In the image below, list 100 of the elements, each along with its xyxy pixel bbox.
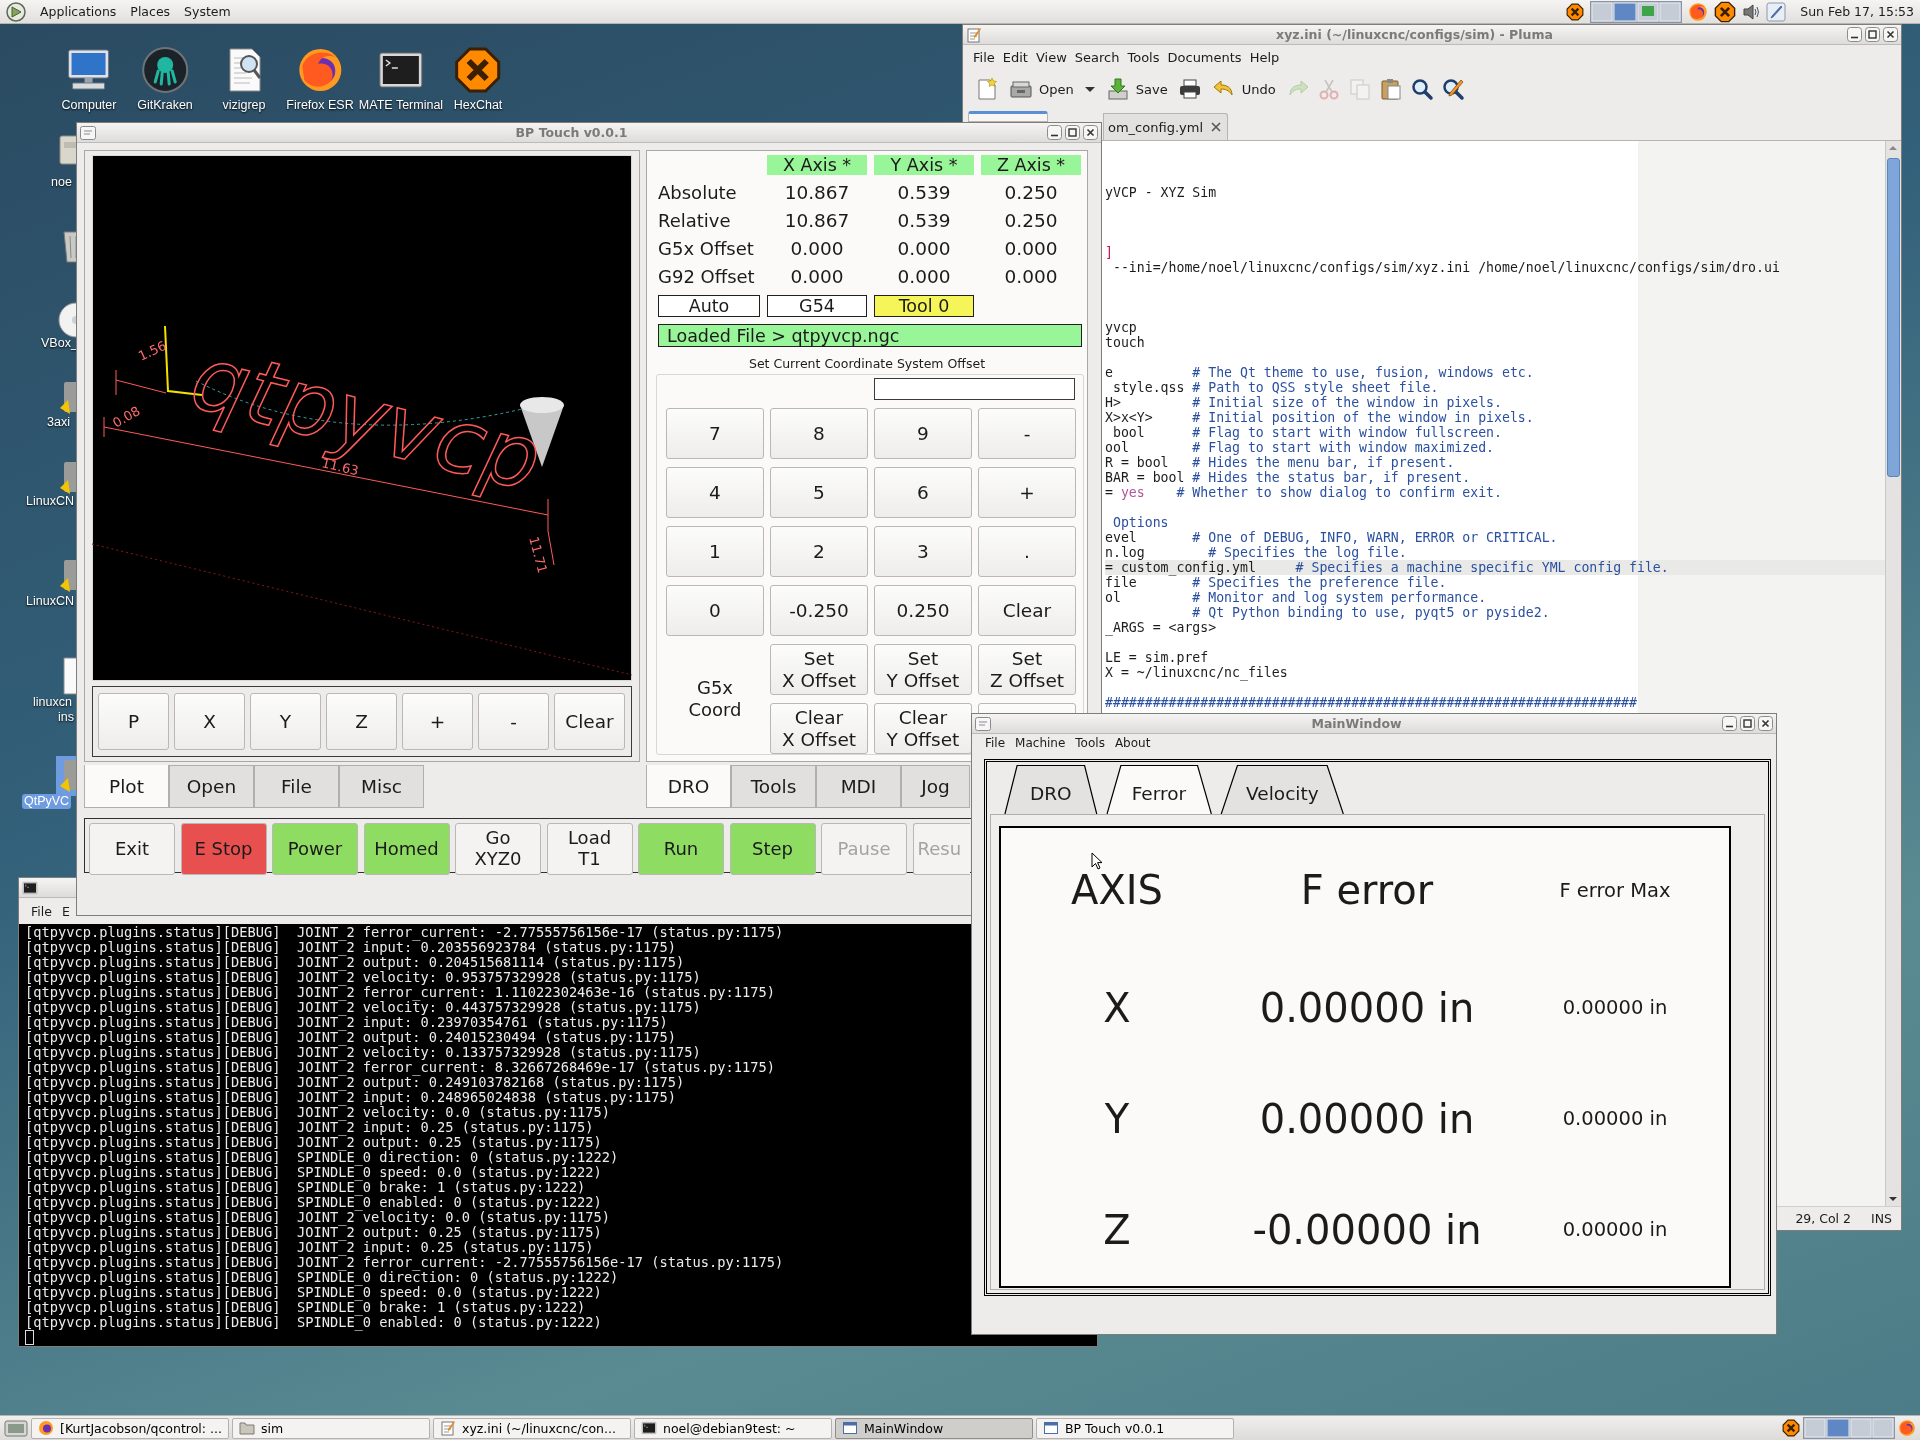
keypad-button[interactable]: 0.250 xyxy=(874,585,972,636)
tab[interactable]: DRO xyxy=(1004,765,1098,814)
taskbar-item[interactable]: BP Touch v0.0.1 xyxy=(1036,1417,1234,1439)
desktop-shortcut[interactable]: Computer xyxy=(61,46,117,112)
offset-button[interactable]: Clear Y Offset xyxy=(874,703,972,754)
maximize-button[interactable] xyxy=(1065,125,1080,140)
search-pencil-icon[interactable] xyxy=(1440,77,1465,101)
minimize-button[interactable] xyxy=(1047,125,1062,140)
globe-icon[interactable] xyxy=(1688,1,1709,22)
icon-label[interactable]: LinuxCN xyxy=(24,494,76,509)
keypad-button[interactable]: - xyxy=(978,408,1076,459)
close-tab-button[interactable] xyxy=(1211,122,1221,132)
taskbar-item[interactable]: [KurtJacobson/qcontrol: ... xyxy=(31,1417,229,1439)
panel-menu[interactable]: Applications xyxy=(40,4,117,19)
menu-item[interactable]: File xyxy=(31,903,52,919)
scrollbar-thumb[interactable] xyxy=(1887,158,1900,477)
jog-button[interactable]: - xyxy=(478,693,549,750)
menu-item[interactable]: File xyxy=(985,736,1006,750)
clipboard-icon[interactable] xyxy=(1378,77,1403,101)
close-button[interactable] xyxy=(1083,125,1098,140)
window-menu-icon[interactable] xyxy=(22,879,38,896)
keypad-button[interactable]: Clear xyxy=(978,585,1076,636)
action-button[interactable]: Run xyxy=(638,823,724,875)
minimize-button[interactable] xyxy=(1847,27,1862,42)
taskbar-item[interactable]: noel@debian9test: ~ xyxy=(634,1417,832,1439)
offset-button[interactable]: Set Z Offset xyxy=(978,644,1076,695)
jog-button[interactable]: X xyxy=(174,693,245,750)
file-tab[interactable]: om_config.yml xyxy=(1103,113,1228,140)
show-desktop-icon[interactable] xyxy=(4,1418,28,1438)
minimize-button[interactable] xyxy=(1722,716,1737,731)
keypad-button[interactable]: + xyxy=(978,467,1076,518)
icon-label[interactable]: VBox_ xyxy=(39,336,80,351)
menu-item[interactable]: Help xyxy=(1249,49,1280,65)
action-button[interactable]: Go XYZ0 xyxy=(455,823,541,875)
keypad-button[interactable]: 5 xyxy=(770,467,868,518)
action-button[interactable]: Homed xyxy=(363,823,450,875)
taskbar-item[interactable]: sim xyxy=(232,1417,430,1439)
tab[interactable]: DRO xyxy=(646,765,731,808)
keypad-button[interactable]: 2 xyxy=(770,526,868,577)
keypad-button[interactable]: 8 xyxy=(770,408,868,459)
jog-button[interactable]: P xyxy=(98,693,169,750)
maximize-button[interactable] xyxy=(1865,27,1880,42)
tab[interactable]: Velocity xyxy=(1220,765,1345,814)
logo-icon[interactable] xyxy=(6,1,26,22)
octagon-x-icon[interactable] xyxy=(1566,2,1585,21)
action-button[interactable]: Exit xyxy=(89,823,175,875)
jog-button[interactable]: Clear xyxy=(554,693,625,750)
tab[interactable]: Plot xyxy=(84,765,169,808)
search-icon[interactable] xyxy=(1409,77,1434,101)
save-button[interactable]: Save xyxy=(1102,73,1171,105)
icon-label[interactable]: ins xyxy=(56,710,76,725)
octagon-x-icon[interactable] xyxy=(1714,0,1737,23)
tab[interactable]: Jog xyxy=(901,765,970,808)
keypad-button[interactable]: 3 xyxy=(874,526,972,577)
jog-button[interactable]: + xyxy=(402,693,473,750)
menu-item[interactable]: Machine xyxy=(1015,736,1066,750)
panel-menu[interactable]: Places xyxy=(130,4,171,19)
menu-item[interactable]: Documents xyxy=(1167,49,1242,65)
pen-icon[interactable] xyxy=(1766,1,1787,22)
menu-item[interactable]: View xyxy=(1035,49,1067,65)
octagon-x-icon[interactable] xyxy=(1782,1419,1800,1437)
menu-item[interactable]: Edit xyxy=(1002,49,1028,65)
icon-label[interactable]: LinuxCN xyxy=(24,594,76,609)
tab[interactable]: File xyxy=(254,765,339,808)
jog-button[interactable]: Z xyxy=(326,693,397,750)
menu-item[interactable]: Tools xyxy=(1127,49,1160,65)
close-button[interactable] xyxy=(1883,27,1898,42)
tab[interactable]: MDI xyxy=(816,765,901,808)
desktop-shortcut[interactable]: Firefox ESR xyxy=(286,46,354,112)
action-button[interactable]: Load T1 xyxy=(546,823,633,875)
keypad-button[interactable]: . xyxy=(978,526,1076,577)
menu-item[interactable]: About xyxy=(1114,736,1151,750)
action-button[interactable]: Step xyxy=(729,823,816,875)
keypad-button[interactable]: 6 xyxy=(874,467,972,518)
menu-item[interactable]: Tools xyxy=(1075,736,1105,750)
keypad-button[interactable]: -0.250 xyxy=(770,585,868,636)
icon-label[interactable]: noe xyxy=(49,175,74,190)
keypad-button[interactable]: 4 xyxy=(666,467,764,518)
close-button[interactable] xyxy=(1758,716,1773,731)
keypad-button[interactable]: 7 xyxy=(666,408,764,459)
speaker-icon[interactable] xyxy=(1742,2,1761,21)
desktop-shortcut[interactable]: HexChat xyxy=(453,46,503,112)
action-button[interactable]: Power xyxy=(272,823,358,875)
keypad-button[interactable]: 0 xyxy=(666,585,764,636)
tab[interactable]: Ferror xyxy=(1105,765,1213,814)
taskbar-item[interactable]: MainWindow xyxy=(835,1417,1033,1439)
menu-item[interactable]: Search xyxy=(1074,49,1120,65)
undo-button[interactable]: Undo xyxy=(1208,73,1279,105)
taskbar-item[interactable]: xyz.ini (~/linuxcnc/con... xyxy=(433,1417,631,1439)
clock[interactable]: Sun Feb 17, 15:53 xyxy=(1800,4,1914,19)
workspace-switcher[interactable] xyxy=(1590,0,1683,23)
vertical-scrollbar[interactable] xyxy=(1885,141,1901,1206)
action-button[interactable]: E Stop xyxy=(180,823,267,875)
workspace-switcher[interactable] xyxy=(1803,1417,1895,1439)
open-button[interactable]: Open xyxy=(1006,73,1077,105)
printer-icon[interactable] xyxy=(1177,77,1202,101)
globe-icon[interactable] xyxy=(1898,1419,1916,1437)
jog-button[interactable]: Y xyxy=(250,693,321,750)
offset-input-field[interactable] xyxy=(874,378,1075,400)
panel-menu[interactable]: System xyxy=(184,4,231,19)
